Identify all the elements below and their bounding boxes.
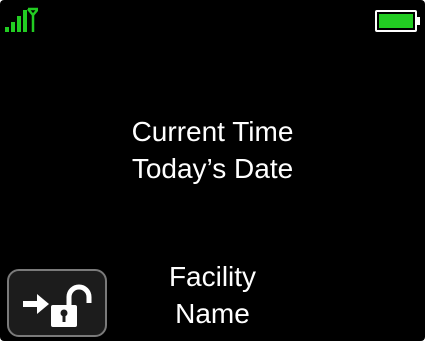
todays-date-label: Today’s Date (131, 153, 294, 184)
status-bar (0, 0, 425, 40)
current-time-label: Current Time (131, 116, 294, 147)
unlock-button[interactable] (7, 269, 107, 337)
battery-icon (375, 10, 420, 32)
signal-strength-icon (5, 7, 38, 32)
unlock-icon (23, 284, 92, 327)
device-screen: Current Time Today’s Date Facility Name (0, 0, 425, 341)
date-time-display: Current Time Today’s Date (0, 113, 425, 187)
